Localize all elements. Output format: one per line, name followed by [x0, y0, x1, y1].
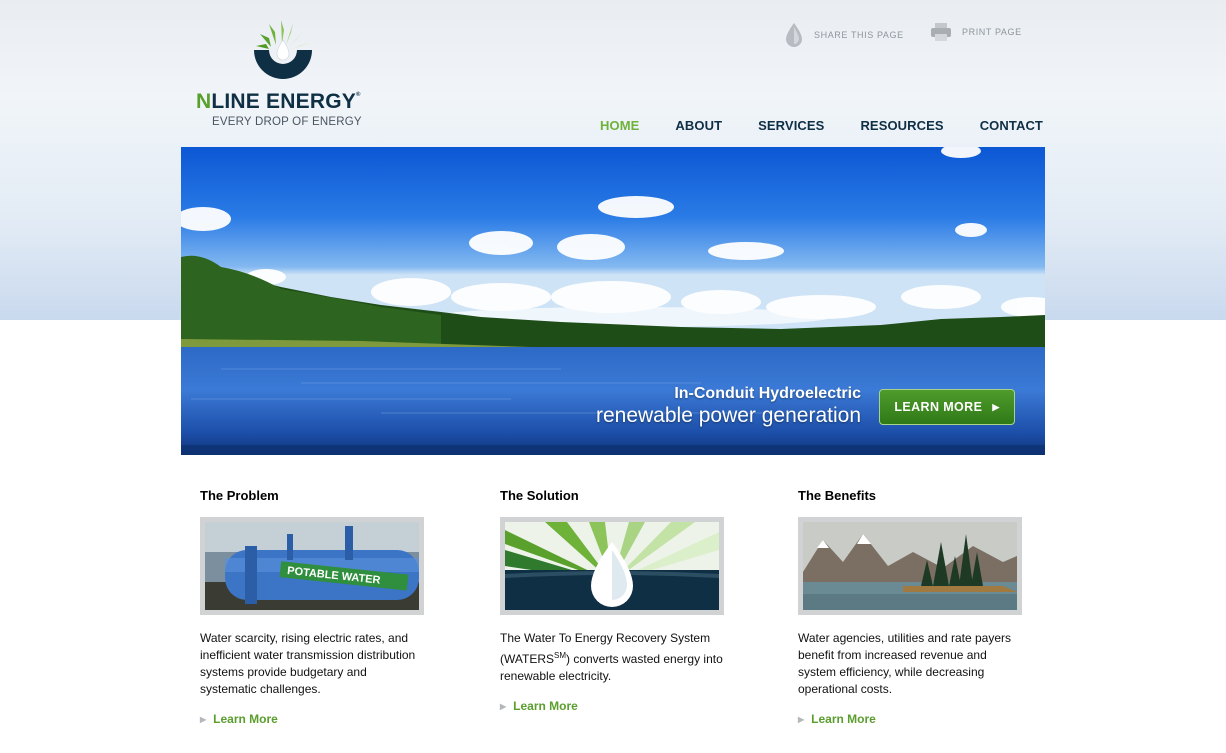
benefits-text: Water agencies, utilities and rate payer…	[798, 631, 1011, 696]
hero-banner: In-Conduit Hydroelectric renewable power…	[181, 147, 1045, 455]
logo-mark-icon	[254, 20, 312, 79]
benefits-title: The Benefits	[798, 488, 877, 503]
chevron-right-icon: ▶	[992, 401, 1000, 412]
printer-icon	[931, 23, 951, 41]
brand-name-first: N	[196, 90, 212, 113]
water-drop-rays-image	[505, 522, 719, 610]
brand-logo[interactable]: NLINE ENERGY® EVERY DROP OF ENERGY	[196, 20, 386, 130]
brand-name: NLINE ENERGY®	[196, 90, 361, 114]
share-page-label: SHARE THIS PAGE	[814, 30, 904, 40]
benefits-learn-more-label: Learn More	[811, 712, 876, 726]
hero-caption-subtitle: renewable power generation	[595, 404, 861, 427]
solution-text: The Water To Energy Recovery System (WAT…	[500, 630, 726, 685]
benefits-image-frame	[798, 517, 1022, 615]
trademark-mark: ®	[355, 92, 361, 98]
print-page-link[interactable]: PRINT PAGE	[930, 22, 1022, 42]
hero-learn-more-label: LEARN MORE	[894, 400, 983, 414]
problem-text: Water scarcity, rising electric rates, a…	[200, 631, 416, 696]
solution-title: The Solution	[500, 488, 579, 503]
problem-image-frame: POTABLE WATER	[200, 517, 424, 615]
hero-learn-more-button[interactable]: LEARN MORE ▶	[879, 389, 1015, 425]
solution-section: The Solution The Water To Energy Recover…	[500, 488, 730, 713]
problem-learn-more-link[interactable]: ▶ Learn More	[200, 712, 430, 726]
problem-learn-more-label: Learn More	[213, 712, 278, 726]
nav-contact[interactable]: CONTACT	[980, 118, 1043, 133]
nav-resources[interactable]: RESOURCES	[860, 118, 943, 133]
print-page-label: PRINT PAGE	[962, 27, 1022, 37]
potable-water-pipe-image: POTABLE WATER	[205, 522, 419, 610]
brand-tagline: EVERY DROP OF ENERGY	[212, 116, 362, 128]
brand-name-rest: LINE ENERGY	[211, 90, 356, 113]
page: NLINE ENERGY® EVERY DROP OF ENERGY SHARE…	[0, 0, 1226, 753]
benefits-learn-more-link[interactable]: ▶ Learn More	[798, 712, 1028, 726]
solution-learn-more-link[interactable]: ▶ Learn More	[500, 699, 730, 713]
solution-learn-more-label: Learn More	[513, 699, 578, 713]
caret-right-icon: ▶	[798, 714, 805, 724]
nav-services[interactable]: SERVICES	[758, 118, 824, 133]
caret-right-icon: ▶	[200, 714, 207, 724]
share-page-link[interactable]: SHARE THIS PAGE	[784, 22, 904, 48]
mountain-lake-image	[803, 522, 1017, 610]
problem-section: The Problem POTABLE WATER Water scarcity…	[200, 488, 430, 726]
benefits-section: The Benefits Water agencies, utilities a…	[798, 488, 1028, 726]
hero-caption-title: In-Conduit Hydroelectric	[674, 385, 861, 402]
water-drop-icon	[786, 23, 802, 47]
solution-image-frame	[500, 517, 724, 615]
caret-right-icon: ▶	[500, 701, 507, 711]
nav-home[interactable]: HOME	[600, 118, 639, 133]
service-mark: SM	[554, 651, 566, 660]
problem-title: The Problem	[200, 488, 279, 503]
nav-about[interactable]: ABOUT	[675, 118, 722, 133]
main-nav: HOME ABOUT SERVICES RESOURCES CONTACT	[600, 118, 1043, 133]
